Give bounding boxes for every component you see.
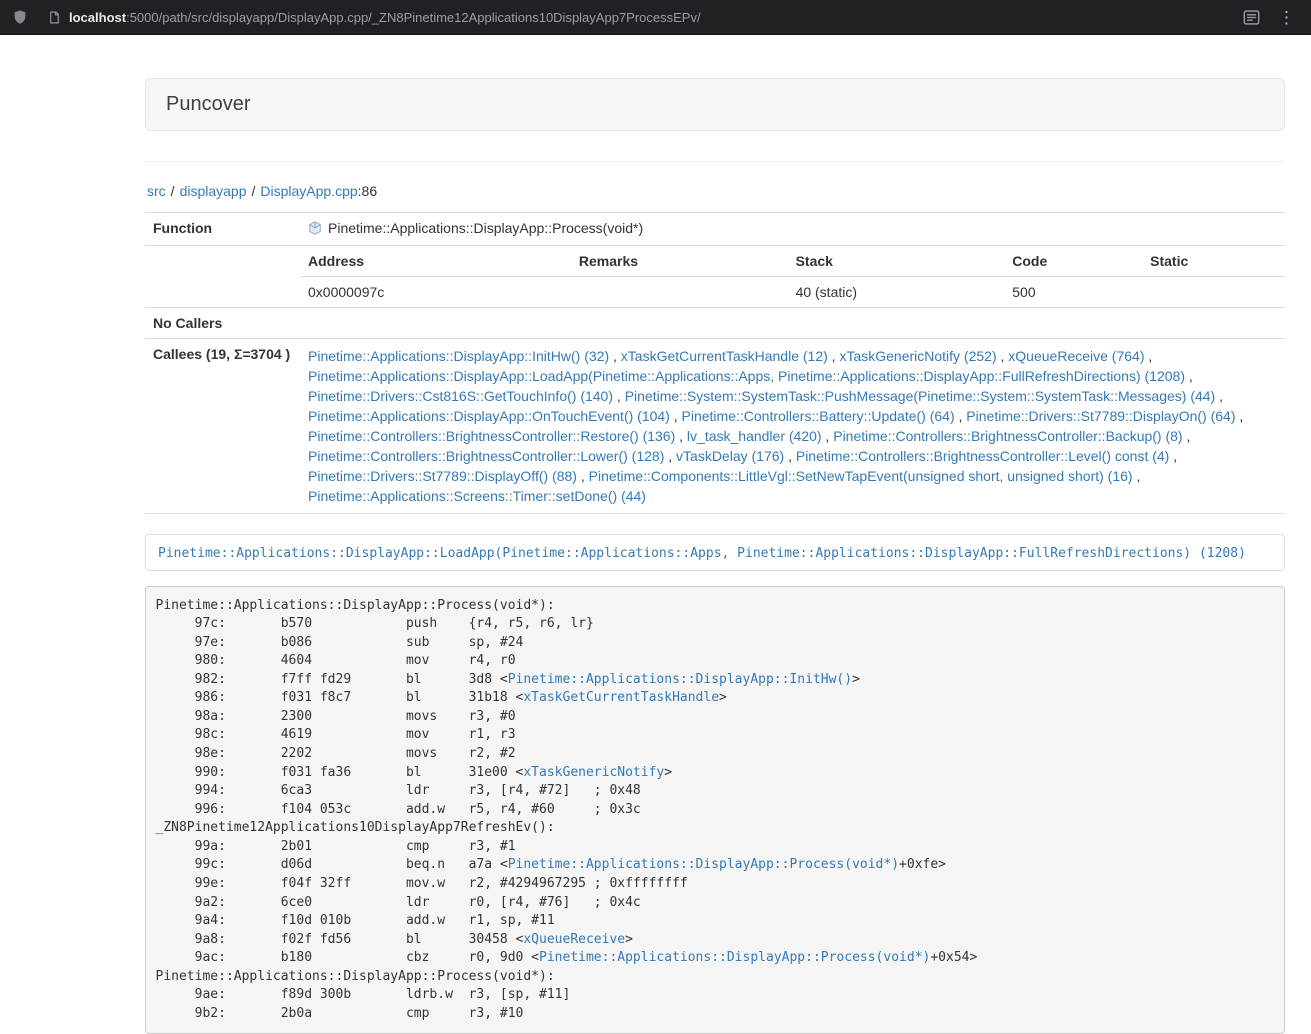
- callee-link[interactable]: Pinetime::Drivers::Cst816S::GetTouchInfo…: [308, 388, 613, 404]
- callee-link[interactable]: Pinetime::Applications::DisplayApp::OnTo…: [308, 408, 670, 424]
- callee-link[interactable]: Pinetime::Controllers::Battery::Update()…: [682, 408, 955, 424]
- value-stack: 40 (static): [788, 277, 1005, 308]
- address-bar[interactable]: localhost:5000/path/src/displayapp/Displ…: [48, 10, 1243, 25]
- callee-link[interactable]: Pinetime::Controllers::BrightnessControl…: [308, 428, 675, 444]
- callees-label: Callees (19, Σ=3704 ): [145, 339, 300, 514]
- function-name: Pinetime::Applications::DisplayApp::Proc…: [328, 220, 643, 236]
- callee-link[interactable]: Pinetime::Drivers::St7789::DisplayOn() (…: [966, 408, 1235, 424]
- shield-icon[interactable]: [12, 8, 28, 26]
- callee-link[interactable]: Pinetime::Controllers::BrightnessControl…: [796, 448, 1169, 464]
- disassembly-symbol-link[interactable]: xTaskGetCurrentTaskHandle: [523, 690, 719, 705]
- callee-link[interactable]: xQueueReceive (764): [1008, 348, 1144, 364]
- stats-header-row: Address Remarks Stack Code Static: [300, 246, 1285, 277]
- column-static: Static: [1142, 246, 1285, 277]
- function-type-icon: [308, 221, 322, 238]
- breadcrumb-line-number: :86: [358, 183, 377, 199]
- breadcrumb-link-file[interactable]: DisplayApp.cpp: [260, 183, 357, 199]
- disassembly-symbol-link[interactable]: Pinetime::Applications::DisplayApp::Init…: [508, 672, 852, 687]
- callee-link[interactable]: Pinetime::Components::LittleVgl::SetNewT…: [589, 468, 1133, 484]
- column-remarks: Remarks: [571, 246, 788, 277]
- column-stack: Stack: [788, 246, 1005, 277]
- page-icon: [48, 10, 61, 25]
- breadcrumb-separator: /: [171, 183, 175, 199]
- toolbar-actions: ⋮: [1243, 9, 1299, 26]
- url-host: localhost: [69, 10, 126, 25]
- breadcrumb-link-displayapp[interactable]: displayapp: [180, 183, 247, 199]
- url-path: :5000/path/src/displayapp/DisplayApp.cpp…: [126, 10, 701, 25]
- page-title: Puncover: [166, 93, 251, 115]
- stats-table: Address Remarks Stack Code Static 0x0000…: [300, 246, 1285, 307]
- breadcrumb-link-src[interactable]: src: [147, 183, 166, 199]
- stats-value-row: 0x0000097c 40 (static) 500: [300, 277, 1285, 308]
- column-code: Code: [1004, 246, 1142, 277]
- callee-link[interactable]: Pinetime::Applications::DisplayApp::Load…: [308, 368, 1185, 384]
- value-code: 500: [1004, 277, 1142, 308]
- page-container: Puncover src/displayapp/DisplayApp.cpp:8…: [145, 78, 1285, 1034]
- highlighted-callee-box: Pinetime::Applications::DisplayApp::Load…: [145, 534, 1285, 571]
- callees-row: Callees (19, Σ=3704 ) Pinetime::Applicat…: [145, 339, 1285, 514]
- callee-link[interactable]: Pinetime::Drivers::St7789::DisplayOff() …: [308, 468, 577, 484]
- disassembly-symbol-link[interactable]: Pinetime::Applications::DisplayApp::Proc…: [508, 857, 899, 872]
- stats-row: Address Remarks Stack Code Static 0x0000…: [145, 246, 1285, 308]
- callee-link[interactable]: Pinetime::Applications::Screens::Timer::…: [308, 488, 646, 504]
- no-callers-row: No Callers: [145, 308, 1285, 339]
- symbol-table: Function Pinetime::Applications::Display…: [145, 212, 1285, 514]
- no-callers-label: No Callers: [145, 308, 300, 339]
- callee-link[interactable]: Pinetime::System::SystemTask::PushMessag…: [625, 388, 1216, 404]
- disassembly-symbol-link[interactable]: xTaskGenericNotify: [523, 765, 664, 780]
- url-text: localhost:5000/path/src/displayapp/Displ…: [69, 10, 701, 25]
- value-address: 0x0000097c: [300, 277, 571, 308]
- divider: [145, 161, 1285, 162]
- function-row-label: Function: [145, 213, 300, 246]
- disassembly-symbol-link[interactable]: xQueueReceive: [523, 932, 625, 947]
- callee-link[interactable]: xTaskGenericNotify (252): [839, 348, 996, 364]
- column-address: Address: [300, 246, 571, 277]
- function-row: Function Pinetime::Applications::Display…: [145, 213, 1285, 246]
- highlighted-callee-link[interactable]: Pinetime::Applications::DisplayApp::Load…: [158, 546, 1246, 561]
- value-static: [1142, 277, 1285, 308]
- callee-link[interactable]: Pinetime::Applications::DisplayApp::Init…: [308, 348, 609, 364]
- callee-link[interactable]: Pinetime::Controllers::BrightnessControl…: [308, 448, 664, 464]
- breadcrumb: src/displayapp/DisplayApp.cpp:86: [147, 183, 1285, 199]
- browser-toolbar: localhost:5000/path/src/displayapp/Displ…: [0, 0, 1311, 35]
- callee-link[interactable]: vTaskDelay (176): [676, 448, 784, 464]
- overflow-menu-icon[interactable]: ⋮: [1278, 9, 1295, 26]
- value-remarks: [571, 277, 788, 308]
- callee-link[interactable]: Pinetime::Controllers::BrightnessControl…: [833, 428, 1182, 444]
- callee-link[interactable]: xTaskGetCurrentTaskHandle (12): [621, 348, 828, 364]
- app-header: Puncover: [145, 78, 1285, 131]
- breadcrumb-separator: /: [252, 183, 256, 199]
- callee-link[interactable]: lv_task_handler (420): [687, 428, 822, 444]
- disassembly-symbol-link[interactable]: Pinetime::Applications::DisplayApp::Proc…: [539, 950, 930, 965]
- callees-list: Pinetime::Applications::DisplayApp::Init…: [308, 346, 1277, 506]
- reader-mode-icon[interactable]: [1243, 10, 1260, 25]
- disassembly-pre: Pinetime::Applications::DisplayApp::Proc…: [145, 586, 1285, 1034]
